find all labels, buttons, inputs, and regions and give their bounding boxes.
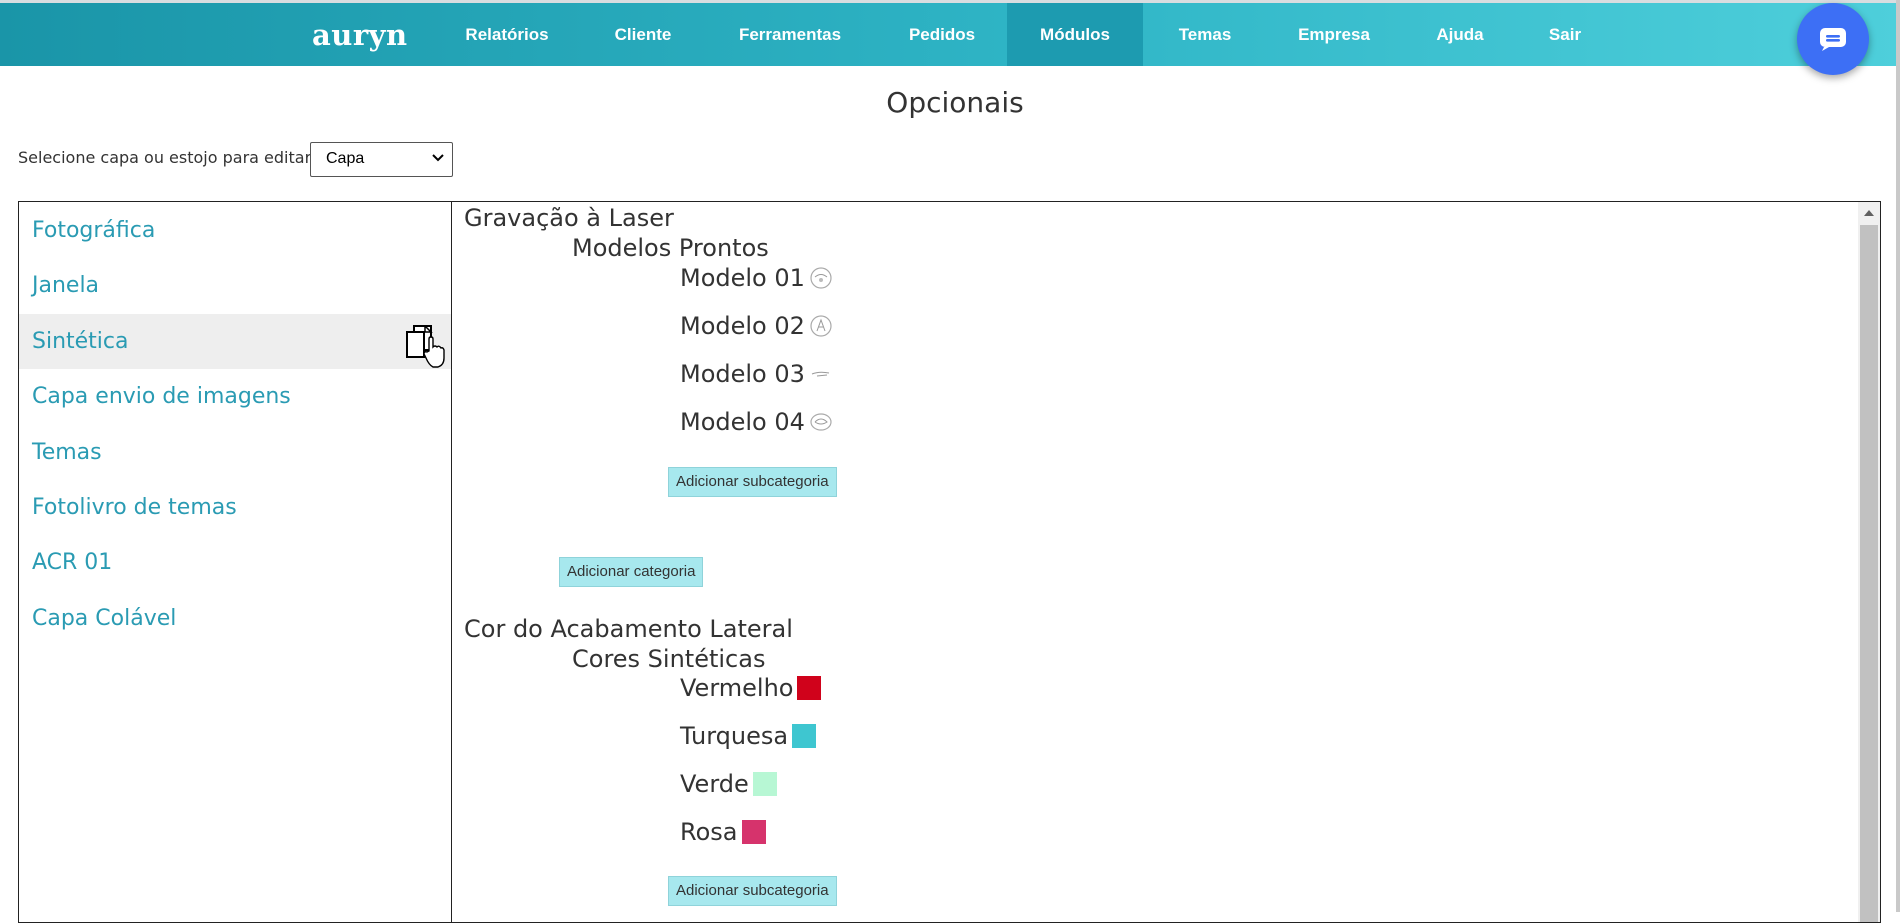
add-subcategory-button[interactable]: Adicionar subcategoria (668, 467, 837, 497)
nav-item-relatorios[interactable]: Relatórios (450, 3, 564, 66)
top-navigation-bar: auryn Relatórios Cliente Ferramentas Ped… (0, 0, 1900, 66)
category-title: Gravação à Laser (464, 204, 674, 232)
option-item[interactable]: Modelo 03 (680, 360, 833, 388)
content-scrollbar[interactable] (1858, 202, 1880, 922)
laser-model-thumbnail-icon (810, 413, 832, 431)
nav-item-pedidos[interactable]: Pedidos (890, 3, 994, 66)
cover-select[interactable]: Capa (310, 142, 453, 177)
laser-model-thumbnail-icon (811, 371, 830, 377)
sidebar-item-capa-envio-de-imagens[interactable]: Capa envio de imagens (19, 369, 451, 424)
scroll-up-arrow-icon[interactable] (1864, 209, 1874, 216)
brand-logo[interactable]: auryn (312, 18, 408, 52)
color-swatch (752, 772, 777, 796)
nav-item-modulos[interactable]: Módulos (1007, 3, 1143, 66)
page-scrollbar[interactable] (1896, 0, 1900, 912)
nav-item-cliente[interactable]: Cliente (598, 3, 688, 66)
option-label: Verde (680, 770, 749, 798)
option-label: Turquesa (680, 722, 789, 750)
nav-item-sair[interactable]: Sair (1537, 3, 1593, 66)
option-label: Modelo 01 (680, 264, 805, 292)
category-title: Cor do Acabamento Lateral (464, 615, 793, 643)
sidebar-item-fotografica[interactable]: Fotográfica (19, 203, 451, 258)
option-label: Modelo 03 (680, 360, 805, 388)
sidebar-item-temas[interactable]: Temas (19, 425, 451, 480)
color-swatch (792, 724, 817, 748)
sidebar-item-acr-01[interactable]: ACR 01 (19, 535, 451, 590)
option-item[interactable]: Rosa (680, 818, 766, 846)
sidebar-item-capa-colavel[interactable]: Capa Colável (19, 591, 451, 646)
chevron-down-icon (432, 154, 444, 162)
chat-button[interactable] (1797, 3, 1869, 75)
nav-item-empresa[interactable]: Empresa (1284, 3, 1384, 66)
subcategory-title: Cores Sintéticas (572, 645, 766, 673)
chat-bubble-icon (1820, 28, 1846, 51)
options-content: Gravação à Laser Modelos Prontos Modelo … (452, 202, 1858, 922)
scrollbar-thumb[interactable] (1860, 225, 1878, 922)
add-category-button[interactable]: Adicionar categoria (559, 557, 704, 587)
option-label: Vermelho (680, 674, 794, 702)
option-label: Rosa (680, 818, 738, 846)
sidebar-item-fotolivro-de-temas[interactable]: Fotolivro de temas (19, 480, 451, 535)
cover-select-value: Capa (326, 150, 365, 167)
page-title: Opcionais (886, 86, 1024, 119)
nav-item-ferramentas[interactable]: Ferramentas (720, 3, 860, 66)
cover-type-sidebar: Fotográfica Janela Sintética Capa envio … (19, 202, 452, 922)
nav-item-temas[interactable]: Temas (1160, 3, 1250, 66)
sidebar-item-janela[interactable]: Janela (19, 258, 451, 313)
laser-model-thumbnail-icon (810, 315, 832, 337)
subcategory-title: Modelos Prontos (572, 234, 769, 262)
option-label: Modelo 02 (680, 312, 805, 340)
option-label: Modelo 04 (680, 408, 805, 436)
option-item[interactable]: Verde (680, 770, 777, 798)
select-label: Selecione capa ou estojo para editar: (18, 148, 317, 167)
laser-model-thumbnail-icon (810, 267, 832, 289)
option-item[interactable]: Modelo 04 (680, 408, 833, 436)
copy-icon[interactable] (405, 325, 447, 373)
color-swatch (797, 676, 822, 700)
option-item[interactable]: Modelo 02 (680, 312, 833, 340)
option-item[interactable]: Vermelho (680, 674, 822, 702)
color-swatch (741, 820, 766, 844)
option-item[interactable]: Turquesa (680, 722, 817, 750)
options-panel: Fotográfica Janela Sintética Capa envio … (18, 201, 1881, 923)
nav-item-ajuda[interactable]: Ajuda (1420, 3, 1500, 66)
add-subcategory-button[interactable]: Adicionar subcategoria (668, 876, 837, 906)
option-item[interactable]: Modelo 01 (680, 264, 833, 292)
sidebar-item-sintetica[interactable]: Sintética (19, 314, 451, 369)
